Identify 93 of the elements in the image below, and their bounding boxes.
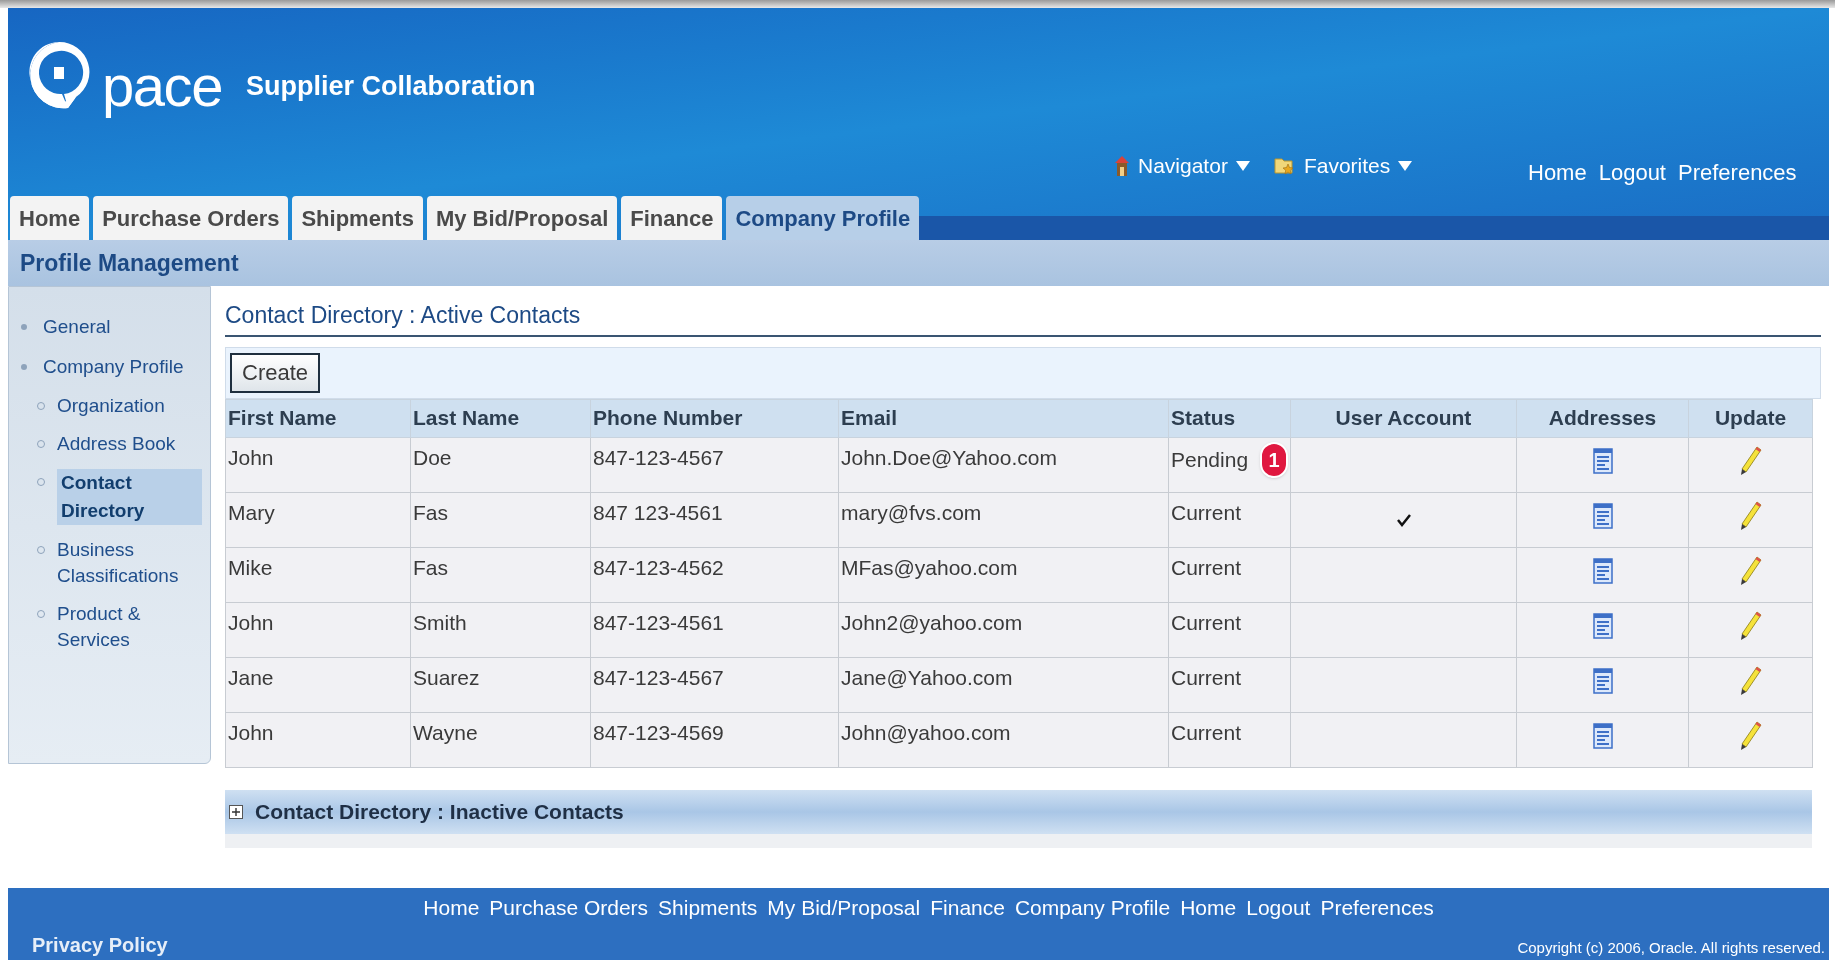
status-text: Current [1171, 664, 1242, 691]
collapsible-section-header[interactable]: Contact Directory : Inactive Contacts [225, 789, 1812, 834]
pencil-icon[interactable] [1738, 610, 1763, 642]
subtab-title: Profile Management [20, 248, 239, 278]
address-book-icon[interactable] [1592, 558, 1613, 584]
caret-icon [1398, 159, 1413, 172]
section-title: Contact Directory : Inactive Contacts [255, 798, 624, 825]
sidebar-link[interactable]: Address Book [57, 431, 176, 457]
house-icon [1114, 154, 1130, 177]
sidebar-link[interactable]: Business Classifications [57, 537, 202, 589]
table-cell: John@yahoo.com [838, 712, 1169, 767]
column-header: Status [1168, 399, 1291, 437]
nav-tab[interactable]: Purchase Orders [93, 196, 289, 240]
caret-icon [1235, 159, 1250, 172]
table-cell: John [225, 712, 411, 767]
table-cell: John.Doe@Yahoo.com [838, 437, 1169, 492]
bullet-icon [21, 364, 27, 370]
expand-icon[interactable] [229, 804, 243, 819]
header-link[interactable]: Preferences [1678, 156, 1797, 189]
table-cell: MFas@yahoo.com [838, 547, 1169, 602]
header-link[interactable]: Logout [1598, 156, 1666, 189]
status-text: Current [1171, 499, 1242, 526]
sidebar-link[interactable]: Organization [57, 393, 165, 419]
nav-tab[interactable]: Finance [621, 196, 723, 240]
table-cell: Mike [225, 547, 411, 602]
table-cell: Doe [410, 437, 591, 492]
nav-tab[interactable]: Shipments [292, 196, 423, 240]
table-cell: Jane [225, 657, 411, 712]
pencil-icon[interactable] [1738, 720, 1763, 752]
app-title: Supplier Collaboration [246, 69, 536, 103]
status-text: Pending [1171, 446, 1249, 473]
create-button[interactable]: Create [230, 352, 321, 393]
footer-link[interactable]: Finance [930, 892, 1005, 924]
table-cell: 847-123-4569 [590, 712, 839, 767]
table-cell: Smith [410, 602, 591, 657]
nav-tab[interactable]: My Bid/Proposal [426, 196, 618, 240]
privacy-policy-link[interactable]: Privacy Policy [32, 929, 168, 960]
column-header: Update [1688, 399, 1813, 437]
table-cell: Fas [410, 492, 591, 547]
check-icon [1396, 513, 1411, 528]
pencil-icon[interactable] [1738, 555, 1763, 587]
table-cell: 847-123-4561 [590, 602, 839, 657]
nav-tab[interactable]: Company Profile [726, 196, 920, 240]
address-book-icon[interactable] [1592, 668, 1613, 694]
footer-link[interactable]: Company Profile [1014, 892, 1171, 924]
table-cell: Wayne [410, 712, 591, 767]
copyright-text: Copyright (c) 2006, Oracle. All rights reserved. [1517, 938, 1825, 958]
address-book-icon[interactable] [1592, 613, 1613, 639]
address-book-icon[interactable] [1592, 448, 1613, 474]
table-cell: Fas [410, 547, 591, 602]
footer-link[interactable]: Home [423, 892, 480, 924]
footer-link[interactable]: Preferences [1320, 892, 1434, 924]
status-text: Current [1171, 609, 1242, 636]
table-cell: Mary [225, 492, 411, 547]
footer-link[interactable]: Purchase Orders [489, 892, 649, 924]
column-header: Addresses [1516, 399, 1689, 437]
sidebar-link[interactable]: Product & Services [57, 601, 202, 653]
table-cell: Jane@Yahoo.com [838, 657, 1169, 712]
callout-badge: 1 [1260, 441, 1288, 478]
table-cell: John [225, 437, 411, 492]
sidebar-link[interactable]: Company Profile [43, 354, 184, 380]
table-cell: Suarez [410, 657, 591, 712]
footer-link[interactable]: Shipments [658, 892, 758, 924]
sidebar-link[interactable]: General [43, 314, 111, 340]
column-header: First Name [225, 399, 411, 437]
table-cell: John [225, 602, 411, 657]
bullet-icon [21, 324, 27, 330]
table-cell: John2@yahoo.com [838, 602, 1169, 657]
favorites-menu[interactable]: Favorites [1273, 150, 1413, 182]
pencil-icon[interactable] [1738, 665, 1763, 697]
table-cell: 847-123-4567 [590, 657, 839, 712]
table-cell: mary@fvs.com [838, 492, 1169, 547]
navigator-menu[interactable]: Navigator [1114, 150, 1250, 182]
column-header: Phone Number [590, 399, 839, 437]
table-cell: 847 123-4561 [590, 492, 839, 547]
table-cell: 847-123-4562 [590, 547, 839, 602]
column-header: Email [838, 399, 1169, 437]
pencil-icon[interactable] [1738, 500, 1763, 532]
address-book-icon[interactable] [1592, 503, 1613, 529]
column-header: User Account [1290, 399, 1517, 437]
nav-tab[interactable]: Home [10, 196, 90, 240]
header-link[interactable]: Home [1528, 156, 1587, 189]
footer-link[interactable]: Home [1180, 892, 1237, 924]
status-text: Current [1171, 719, 1242, 746]
status-text: Current [1171, 554, 1242, 581]
footer-link[interactable]: Logout [1246, 892, 1311, 924]
column-header: Last Name [410, 399, 591, 437]
footer-link[interactable]: My Bid/Proposal [767, 892, 921, 924]
section-title: Contact Directory : Active Contacts [225, 302, 581, 328]
pencil-icon[interactable] [1738, 445, 1763, 477]
address-book-icon[interactable] [1592, 723, 1613, 749]
table-cell: 847-123-4567 [590, 437, 839, 492]
sidebar-link[interactable]: Contact Directory [57, 469, 202, 525]
